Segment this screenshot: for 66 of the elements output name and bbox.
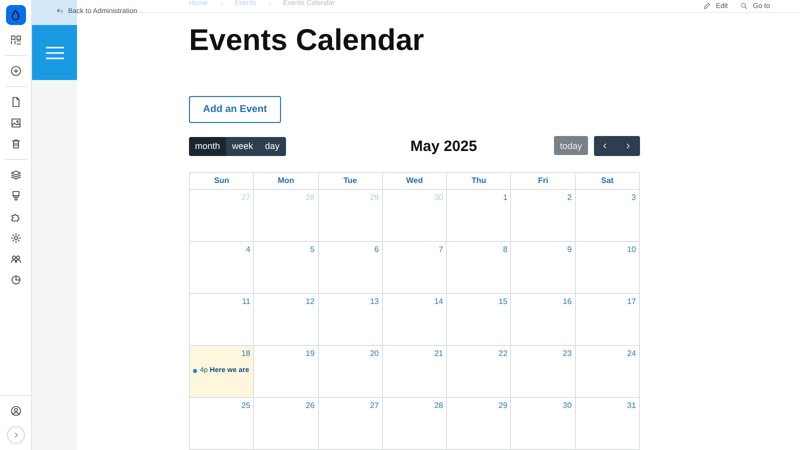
previous-button[interactable] [594,136,617,156]
day-number[interactable]: 22 [498,349,508,358]
menu-button[interactable] [32,25,77,80]
weekday-header: Sat [576,173,640,190]
day-number[interactable]: 4 [246,245,250,254]
day-number[interactable]: 12 [306,297,315,306]
day-number[interactable]: 25 [241,401,250,410]
weekday-header: Mon [254,173,319,190]
people-icon[interactable] [10,253,22,265]
puzzle-icon[interactable] [10,211,22,223]
settings-icon[interactable] [10,232,22,244]
chevron-icon [218,0,225,7]
weekday-header: Thu [447,173,512,190]
menu-icon [46,46,64,60]
day-number[interactable]: 16 [562,297,572,306]
weekday-header: Fri [511,173,576,190]
day-number[interactable]: 3 [632,193,636,202]
add-event-button[interactable]: Add an Event [189,96,281,123]
day-number[interactable]: 21 [434,349,444,358]
day-number[interactable]: 29 [498,401,508,410]
drop-logo-icon[interactable] [6,5,26,25]
day-number[interactable]: 20 [370,349,379,358]
day-number[interactable]: 17 [627,297,636,306]
day-number[interactable]: 1 [502,193,508,202]
dashboard-grid-icon[interactable] [10,34,22,46]
day-number[interactable]: 15 [498,297,508,306]
day-number[interactable]: 13 [370,297,379,306]
weekday-header: Wed [382,173,448,190]
day-number[interactable]: 18 [241,349,250,358]
day-number[interactable]: 11 [242,297,250,306]
day-number[interactable]: 5 [310,245,315,254]
day-number[interactable]: 9 [567,245,572,254]
day-number[interactable]: 30 [562,401,572,410]
user-circle-icon[interactable] [10,405,22,417]
pencil-icon [702,2,711,10]
image-icon[interactable] [10,117,22,129]
view-tab[interactable]: week [226,136,260,156]
search-icon [740,2,748,10]
page-title: Events Calendar [189,23,424,59]
back-arrow-icon [56,7,64,15]
day-number[interactable]: 6 [374,245,379,254]
day-number[interactable]: 24 [627,349,636,358]
brush-icon[interactable] [10,190,22,202]
weekday-header: Tue [318,173,383,190]
weekday-header: Sun [190,173,254,190]
day-number[interactable]: 14 [434,297,444,306]
day-number[interactable]: 31 [627,401,636,410]
day-number[interactable]: 7 [438,245,444,254]
file-icon[interactable] [10,96,22,108]
calendar-title: May 2025 [410,138,478,154]
day-number[interactable]: 10 [627,245,636,254]
day-number[interactable]: 26 [306,401,315,410]
event-dot-icon [193,368,197,372]
day-number[interactable]: 23 [562,349,572,358]
view-tab[interactable]: day [259,136,286,156]
add-circle-icon[interactable] [10,65,22,77]
pie-chart-icon[interactable] [10,274,22,286]
day-number[interactable]: 19 [306,349,315,358]
day-number[interactable]: 8 [502,245,508,254]
layers-icon[interactable] [10,169,22,181]
day-number[interactable]: 2 [567,193,572,202]
trash-icon[interactable] [10,138,22,150]
chevron-icon [266,0,274,7]
view-tab[interactable]: month [189,136,226,156]
day-number[interactable]: 28 [434,401,444,410]
day-number[interactable]: 27 [370,401,379,410]
